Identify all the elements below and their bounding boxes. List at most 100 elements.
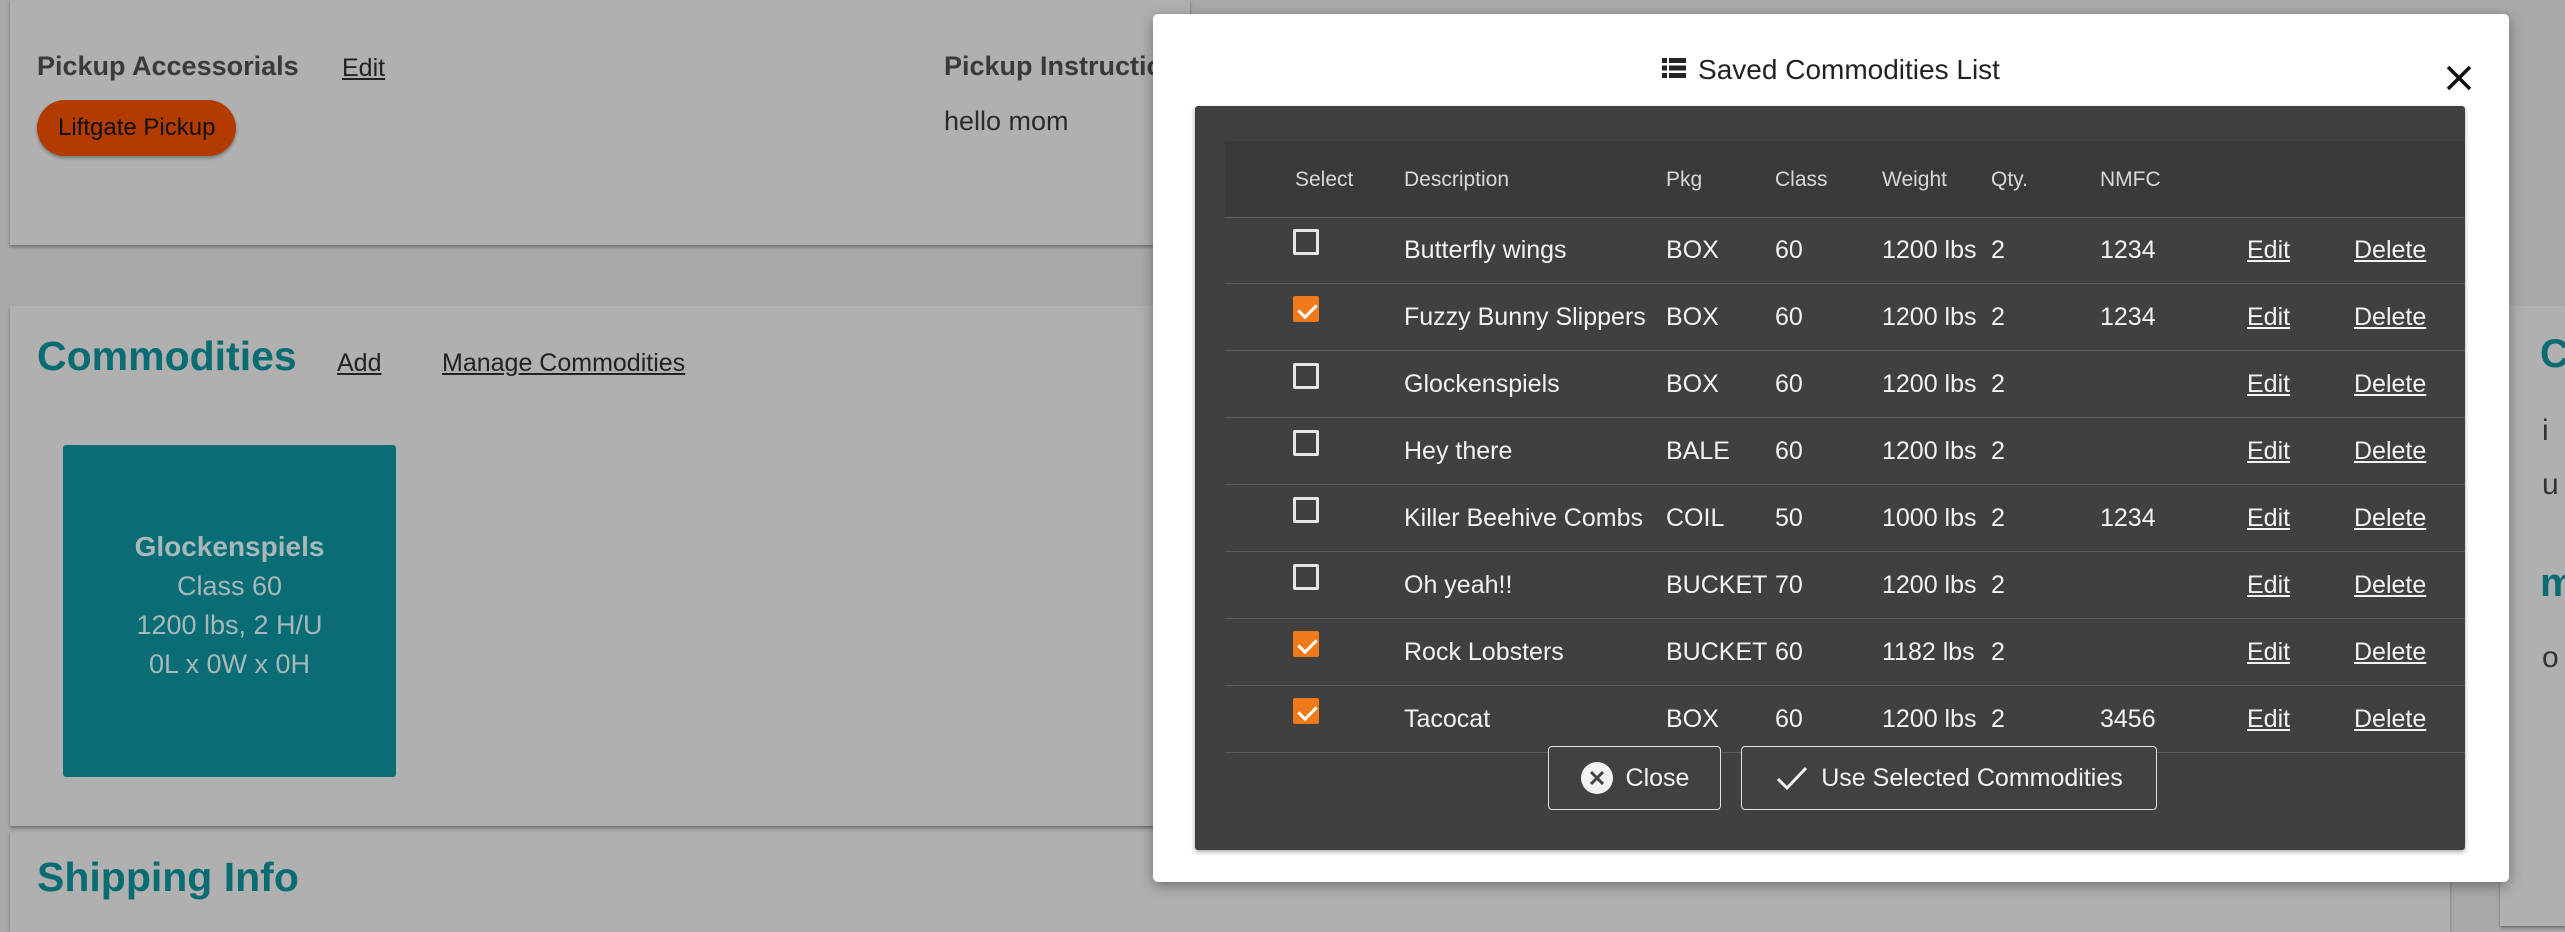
edit-accessorials-link[interactable]: Edit: [342, 54, 385, 83]
cell-weight: 1200 lbs: [1882, 236, 1977, 264]
table-row: Fuzzy Bunny Slippers BOX 60 1200 lbs 2 1234 Ed…: [1225, 284, 2465, 351]
delete-row-link[interactable]: Delete: [2354, 571, 2426, 600]
cell-weight: 1200 lbs: [1882, 705, 1977, 733]
col-pkg: Pkg: [1666, 168, 1703, 191]
tile-name: Glockenspiels: [134, 531, 325, 562]
right-edge-heading-fragment-2: m: [2540, 561, 2565, 605]
pickup-instructions-label: Pickup Instructio: [944, 51, 1164, 81]
table-row: Glockenspiels BOX 60 1200 lbs 2 Edit Delete: [1225, 351, 2465, 418]
modal-title-text: Saved Commodities List: [1698, 54, 2000, 85]
right-edge-text-fragment-2: u: [2542, 468, 2559, 501]
cell-weight: 1200 lbs: [1882, 370, 1977, 398]
cell-nmfc: 1234: [2100, 504, 2156, 532]
tile-dims: 0L x 0W x 0H: [148, 649, 311, 679]
saved-commodities-modal: Saved Commodities List Select Descriptio…: [1153, 14, 2509, 882]
commodities-heading: Commodities: [37, 333, 297, 379]
commodity-tile[interactable]: Glockenspiels Class 60 1200 lbs, 2 H/U 0…: [63, 445, 396, 777]
cell-class: 60: [1775, 370, 1803, 398]
cell-class: 60: [1775, 705, 1803, 733]
close-icon[interactable]: [2441, 60, 2477, 96]
modal-title: Saved Commodities List: [1153, 54, 2509, 86]
table-row: Killer Beehive Combs COIL 50 1000 lbs 2 1234 E…: [1225, 485, 2465, 552]
edit-row-link[interactable]: Edit: [2247, 705, 2290, 734]
edit-row-link[interactable]: Edit: [2247, 437, 2290, 466]
cell-weight: 1182 lbs: [1882, 638, 1975, 666]
col-nmfc: NMFC: [2100, 168, 2161, 191]
cell-qty: 2: [1991, 236, 2005, 264]
select-checkbox[interactable]: [1293, 497, 1319, 523]
pickup-accessorials-label: Pickup Accessorials: [37, 51, 299, 81]
edit-row-link[interactable]: Edit: [2247, 638, 2290, 667]
cell-qty: 2: [1991, 303, 2005, 331]
add-commodity-link[interactable]: Add: [337, 349, 381, 378]
select-checkbox[interactable]: [1293, 430, 1319, 456]
cell-class: 60: [1775, 638, 1803, 666]
select-checkbox[interactable]: [1293, 698, 1319, 724]
tile-class: Class 60: [176, 571, 283, 601]
delete-row-link[interactable]: Delete: [2354, 236, 2426, 265]
cell-class: 60: [1775, 303, 1803, 331]
right-edge-text-fragment: i: [2542, 414, 2549, 447]
delete-row-link[interactable]: Delete: [2354, 705, 2426, 734]
edit-row-link[interactable]: Edit: [2247, 236, 2290, 265]
manage-commodities-link[interactable]: Manage Commodities: [442, 349, 685, 378]
select-checkbox[interactable]: [1293, 296, 1319, 322]
edit-row-link[interactable]: Edit: [2247, 571, 2290, 600]
cell-nmfc: 1234: [2100, 236, 2156, 264]
cell-qty: 2: [1991, 504, 2005, 532]
right-edge-text-fragment-3: o: [2542, 641, 2559, 674]
delete-row-link[interactable]: Delete: [2354, 638, 2426, 667]
table-row: Rock Lobsters BUCKET 60 1182 lbs 2 Edit Delete: [1225, 619, 2465, 686]
delete-row-link[interactable]: Delete: [2354, 370, 2426, 399]
checkmark-icon: [1775, 763, 1809, 793]
cell-description: Hey there: [1404, 437, 1513, 465]
cell-class: 60: [1775, 437, 1803, 465]
edit-row-link[interactable]: Edit: [2247, 370, 2290, 399]
cell-description: Oh yeah!!: [1404, 571, 1513, 599]
cell-pkg: BUCKET: [1666, 638, 1768, 666]
select-checkbox[interactable]: [1293, 564, 1319, 590]
cell-pkg: BOX: [1666, 705, 1719, 733]
table-row: Hey there BALE 60 1200 lbs 2 Edit Delete: [1225, 418, 2465, 485]
cell-weight: 1200 lbs: [1882, 571, 1977, 599]
edit-row-link[interactable]: Edit: [2247, 504, 2290, 533]
select-checkbox[interactable]: [1293, 631, 1319, 657]
cell-pkg: BALE: [1666, 437, 1730, 465]
commodities-table-panel: Select Description Pkg Class Weight Qty.…: [1195, 106, 2465, 850]
cell-nmfc: 3456: [2100, 705, 2156, 733]
cell-qty: 2: [1991, 571, 2005, 599]
cell-description: Tacocat: [1404, 705, 1491, 733]
right-edge-heading-fragment: C: [2540, 332, 2565, 376]
col-class: Class: [1775, 168, 1828, 191]
edit-row-link[interactable]: Edit: [2247, 303, 2290, 332]
right-edge-card: C i u m o: [2500, 306, 2565, 926]
cell-pkg: COIL: [1666, 504, 1725, 532]
use-selected-label: Use Selected Commodities: [1821, 763, 2123, 792]
list-icon: [1662, 54, 1687, 86]
delete-row-link[interactable]: Delete: [2354, 504, 2426, 533]
delete-row-link[interactable]: Delete: [2354, 437, 2426, 466]
cell-weight: 1200 lbs: [1882, 437, 1977, 465]
cell-description: Killer Beehive Combs: [1404, 504, 1643, 532]
cell-weight: 1000 lbs: [1882, 504, 1977, 532]
select-checkbox[interactable]: [1293, 363, 1319, 389]
cell-description: Glockenspiels: [1404, 370, 1560, 398]
delete-row-link[interactable]: Delete: [2354, 303, 2426, 332]
cell-class: 60: [1775, 236, 1803, 264]
cell-description: Fuzzy Bunny Slippers: [1404, 303, 1646, 331]
col-description: Description: [1404, 168, 1510, 191]
liftgate-pickup-pill[interactable]: Liftgate Pickup: [37, 100, 237, 156]
table-row: Tacocat BOX 60 1200 lbs 2 3456 Edit Delete: [1225, 686, 2465, 753]
cell-nmfc: 1234: [2100, 303, 2156, 331]
select-checkbox[interactable]: [1293, 229, 1319, 255]
cell-description: Rock Lobsters: [1404, 638, 1564, 666]
use-selected-commodities-button[interactable]: Use Selected Commodities: [1741, 746, 2157, 810]
cell-weight: 1200 lbs: [1882, 303, 1977, 331]
pickup-instructions-text: hello mom: [944, 106, 1069, 136]
cell-qty: 2: [1991, 437, 2005, 465]
close-button[interactable]: Close: [1548, 746, 1721, 810]
table-header: Select Description Pkg Class Weight Qty.…: [1225, 141, 2465, 218]
table-row: Oh yeah!! BUCKET 70 1200 lbs 2 Edit Delete: [1225, 552, 2465, 619]
cell-qty: 2: [1991, 370, 2005, 398]
col-weight: Weight: [1882, 168, 1947, 191]
